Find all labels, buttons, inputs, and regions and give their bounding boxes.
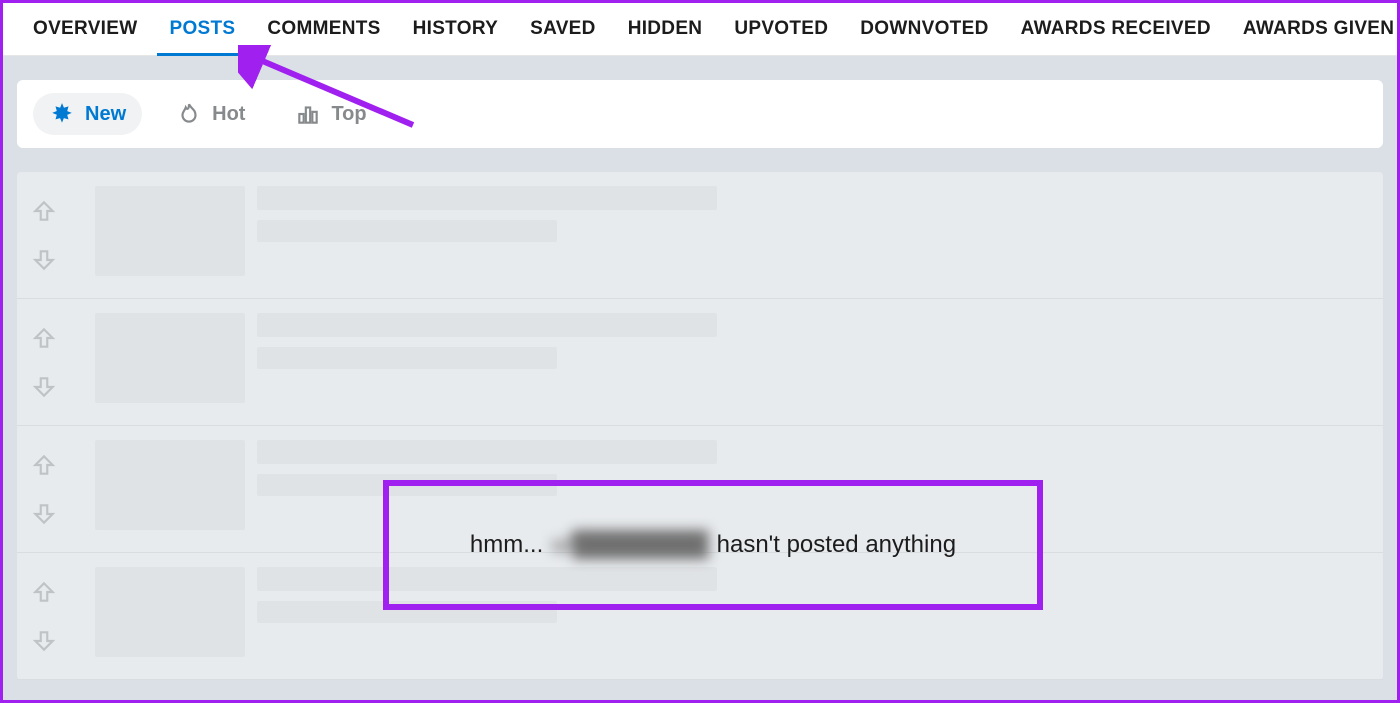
post-feed-skeleton: hmm... u/████████ hasn't posted anything: [17, 172, 1383, 680]
empty-suffix: hasn't posted anything: [717, 531, 956, 559]
downvote-icon: [31, 374, 71, 400]
upvote-icon: [31, 579, 71, 605]
tab-saved[interactable]: SAVED: [514, 3, 612, 55]
downvote-icon: [31, 501, 71, 527]
sort-hot[interactable]: Hot: [160, 93, 261, 135]
upvote-icon: [31, 325, 71, 351]
tab-awards-given[interactable]: AWARDS GIVEN: [1227, 3, 1400, 55]
empty-state-message: hmm... u/████████ hasn't posted anything: [470, 531, 956, 559]
tab-downvoted[interactable]: DOWNVOTED: [844, 3, 1004, 55]
skeleton-row: [17, 299, 1383, 426]
skeleton-row: [17, 172, 1383, 299]
sort-bar: New Hot Top: [17, 80, 1383, 148]
sort-hot-label: Hot: [212, 103, 245, 126]
sort-top-label: Top: [331, 103, 366, 126]
tab-hidden[interactable]: HIDDEN: [612, 3, 719, 55]
downvote-icon: [31, 247, 71, 273]
sort-top[interactable]: Top: [279, 93, 382, 135]
empty-state-highlight: hmm... u/████████ hasn't posted anything: [383, 480, 1043, 610]
burst-icon: [49, 101, 75, 127]
content-area: New Hot Top: [3, 56, 1397, 680]
upvote-icon: [31, 198, 71, 224]
empty-prefix: hmm...: [470, 531, 543, 559]
downvote-icon: [31, 628, 71, 654]
sort-new[interactable]: New: [33, 93, 142, 135]
bars-icon: [295, 101, 321, 127]
empty-username-blurred: u/████████: [551, 531, 708, 559]
profile-tabbar: OVERVIEW POSTS COMMENTS HISTORY SAVED HI…: [3, 3, 1397, 56]
flame-icon: [176, 101, 202, 127]
tab-posts[interactable]: POSTS: [153, 3, 251, 55]
tab-awards-received[interactable]: AWARDS RECEIVED: [1005, 3, 1227, 55]
tab-history[interactable]: HISTORY: [397, 3, 515, 55]
tab-comments[interactable]: COMMENTS: [251, 3, 396, 55]
tab-overview[interactable]: OVERVIEW: [17, 3, 153, 55]
sort-new-label: New: [85, 103, 126, 126]
upvote-icon: [31, 452, 71, 478]
tab-upvoted[interactable]: UPVOTED: [718, 3, 844, 55]
